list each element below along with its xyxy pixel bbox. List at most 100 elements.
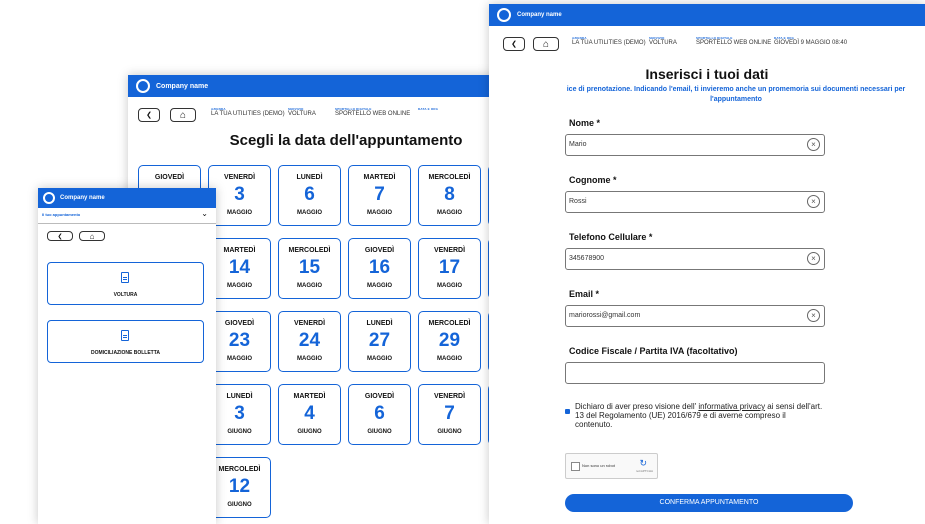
day-name: GIOVEDÌ [364,393,395,400]
date-cell[interactable]: MARTEDÌ 7 MAGGIO [348,165,411,226]
meta-azienda: AZIENDA LA TUA UTILITIES (DEMO) [572,36,646,47]
meta-data: DATA E ORA GIOVEDÌ 9 MAGGIO 08:40 [774,36,848,47]
month-name: MAGGIO [297,210,322,216]
month-name: MAGGIO [227,356,252,362]
field-label: Codice Fiscale / Partita IVA (facoltativ… [569,346,738,356]
date-cell[interactable]: LUNEDÌ 3 GIUGNO [208,384,271,445]
month-name: MAGGIO [437,283,462,289]
day-number: 3 [234,403,245,424]
date-cell[interactable]: MERCOLEDÌ 29 MAGGIO [418,311,481,372]
home-icon: ⌂ [179,109,187,121]
date-cell[interactable]: VENERDÌ 3 MAGGIO [208,165,271,226]
meta-data: DATA E ORA [418,107,439,111]
service-card[interactable]: DOMICILIAZIONE BOLLETTA [47,320,204,363]
date-cell[interactable]: MERCOLEDÌ 12 GIUGNO [208,457,271,518]
date-cell[interactable]: VENERDÌ 17 MAGGIO [418,238,481,299]
recaptcha-widget: Non sono un robot ↻ reCAPTCHA [565,453,658,479]
home-button[interactable]: ⌂ [170,108,196,122]
meta-servizio: SERVIZIO VOLTURA [649,36,677,47]
text-input[interactable]: mariorossi@gmail.com × [565,305,825,327]
meta-sportello: SPORTELLO DIGITALE SPORTELLO WEB ONLINE [335,107,411,118]
day-number: 15 [298,257,321,278]
day-name: LUNEDÌ [226,393,253,400]
date-cell[interactable]: MARTEDÌ 4 GIUGNO [278,384,341,445]
day-number: 7 [374,184,385,205]
company-name: Company name [517,12,562,18]
day-name: MARTEDÌ [293,393,326,400]
month-name: GIUGNO [227,502,252,508]
month-name: GIUGNO [367,429,392,435]
confirm-appointment-button[interactable]: CONFERMA APPUNTAMENTO [565,494,853,512]
day-number: 4 [304,403,315,424]
document-icon [121,330,129,341]
clear-icon[interactable]: × [807,195,820,208]
month-name: MAGGIO [297,283,322,289]
back-button[interactable]: ❮ [503,37,525,51]
home-button[interactable]: ⌂ [79,231,105,241]
date-cell[interactable]: MERCOLEDÌ 15 MAGGIO [278,238,341,299]
header-bar: Company name [38,188,216,208]
text-input[interactable] [565,362,825,384]
field-label: Nome * [569,118,601,128]
text-input[interactable]: Mario × [565,134,825,156]
day-name: GIOVEDÌ [224,320,255,327]
day-name: VENERDÌ [433,393,466,400]
month-name: MAGGIO [297,356,322,362]
month-name: GIUGNO [297,429,322,435]
logo-circle-icon [497,8,511,22]
day-name: MERCOLEDÌ [428,320,471,327]
month-name: GIUGNO [437,429,462,435]
company-name: Company name [156,82,209,90]
back-button[interactable]: ❮ [47,231,73,241]
clear-icon[interactable]: × [807,252,820,265]
recaptcha-checkbox[interactable] [571,462,580,471]
field-label: Email * [569,289,600,299]
day-name: VENERDÌ [223,174,256,181]
date-cell[interactable]: MERCOLEDÌ 8 MAGGIO [418,165,481,226]
day-number: 16 [368,257,391,278]
chevron-down-icon: ⌄ [201,209,208,218]
date-cell[interactable]: VENERDÌ 7 GIUGNO [418,384,481,445]
input-value: Rossi [569,198,587,205]
text-input[interactable]: Rossi × [565,191,825,213]
date-cell[interactable]: MARTEDÌ 14 MAGGIO [208,238,271,299]
clear-icon[interactable]: × [807,309,820,322]
date-cell[interactable]: LUNEDÌ 6 MAGGIO [278,165,341,226]
day-number: 6 [304,184,315,205]
form-subtitle: ice di prenotazione. Indicando l'email, … [566,86,906,103]
privacy-statement: Dichiaro di aver preso visione dell' inf… [575,402,823,429]
field-label: Telefono Cellulare * [569,232,653,242]
date-cell[interactable]: GIOVEDÌ 23 MAGGIO [208,311,271,372]
clear-icon[interactable]: × [807,138,820,151]
day-name: MERCOLEDÌ [428,174,471,181]
privacy-link[interactable]: informativa privacy [698,402,765,411]
company-name: Company name [60,195,105,201]
day-name: MARTEDÌ [223,247,256,254]
document-icon [121,272,129,283]
service-label: VOLTURA [113,292,138,298]
day-name: LUNEDÌ [366,320,393,327]
day-name: GIOVEDÌ [364,247,395,254]
text-input[interactable]: 345678900 × [565,248,825,270]
day-number: 7 [444,403,455,424]
logo-circle-icon [136,79,150,93]
back-button[interactable]: ❮ [138,108,160,122]
day-number: 17 [438,257,461,278]
recaptcha-icon: ↻ [639,458,647,468]
day-name: GIOVEDÌ [154,174,185,181]
recaptcha-brand: reCAPTCHA [635,469,653,473]
date-cell[interactable]: LUNEDÌ 27 MAGGIO [348,311,411,372]
home-button[interactable]: ⌂ [533,37,559,51]
privacy-checkbox[interactable] [565,409,570,414]
date-cell[interactable]: GIOVEDÌ 16 MAGGIO [348,238,411,299]
day-name: MERCOLEDÌ [218,466,261,473]
chevron-left-icon: ❮ [57,233,63,240]
service-card[interactable]: VOLTURA [47,262,204,305]
date-cell[interactable]: VENERDÌ 24 MAGGIO [278,311,341,372]
form-title: Inserisci i tuoi dati [645,66,769,82]
recaptcha-label: Non sono un robot [582,463,615,468]
day-number: 6 [374,403,385,424]
appointment-subheader[interactable]: Il tuo appuntamento ⌄ [38,208,216,224]
input-value: 345678900 [569,255,605,262]
date-cell[interactable]: GIOVEDÌ 6 GIUGNO [348,384,411,445]
